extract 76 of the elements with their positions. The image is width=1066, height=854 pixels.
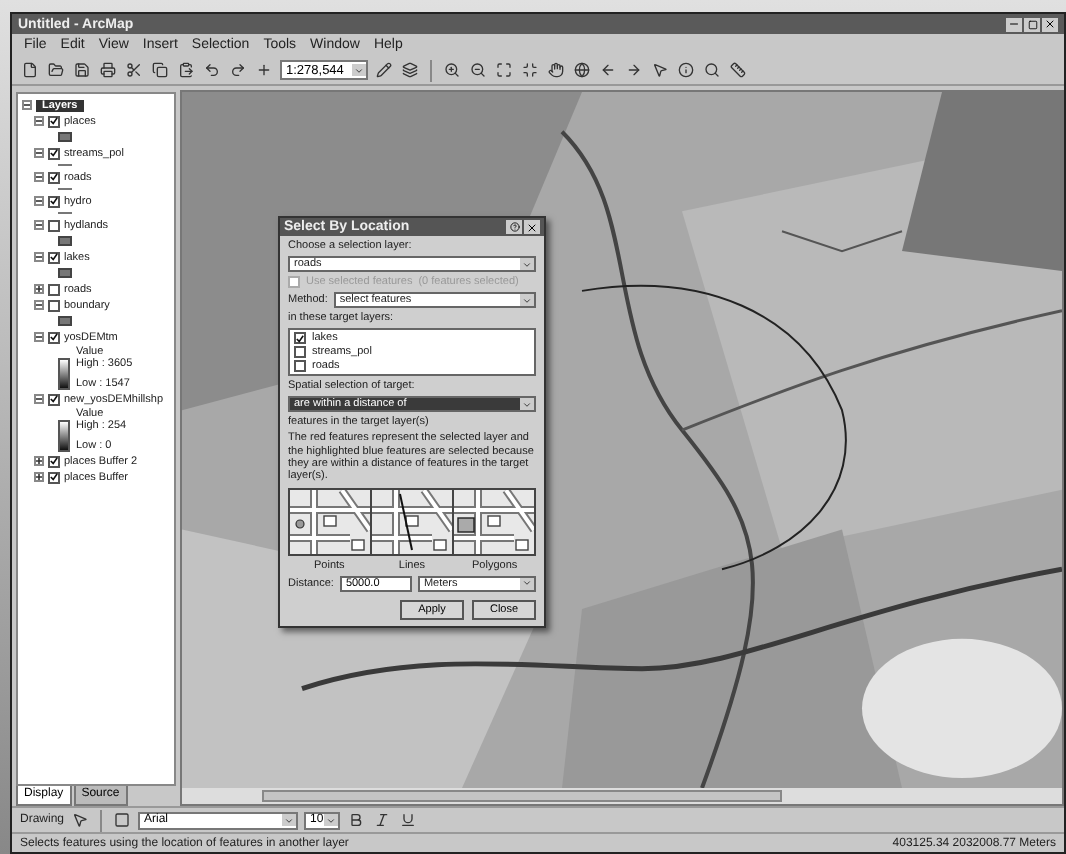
- collapse-icon[interactable]: [34, 394, 44, 404]
- forward-arrow-icon[interactable]: [624, 60, 644, 80]
- add-data-icon[interactable]: [254, 60, 274, 80]
- collapse-icon[interactable]: [34, 300, 44, 310]
- caret-icon[interactable]: [352, 64, 366, 76]
- printer-icon[interactable]: [98, 60, 118, 80]
- new-file-icon[interactable]: [20, 60, 40, 80]
- info-icon[interactable]: [676, 60, 696, 80]
- caret-icon[interactable]: [520, 294, 534, 307]
- ruler-icon[interactable]: [728, 60, 748, 80]
- collapse-icon[interactable]: [34, 116, 44, 126]
- expand-icon[interactable]: [34, 456, 44, 466]
- scissors-icon[interactable]: [124, 60, 144, 80]
- layers-icon[interactable]: [400, 60, 420, 80]
- horizontal-scrollbar[interactable]: [182, 788, 1062, 804]
- collapse-icon[interactable]: [34, 332, 44, 342]
- italic-icon[interactable]: [372, 810, 393, 830]
- layer-checkbox[interactable]: [48, 195, 60, 207]
- layer-checkbox[interactable]: [48, 471, 60, 483]
- expand-icon[interactable]: [34, 284, 44, 294]
- collapse-icon[interactable]: [34, 252, 44, 262]
- back-arrow-icon[interactable]: [598, 60, 618, 80]
- zoom-in-icon[interactable]: [442, 60, 462, 80]
- folder-icon[interactable]: [46, 60, 66, 80]
- layer-checkbox[interactable]: [294, 346, 306, 359]
- layer-checkbox[interactable]: [48, 147, 60, 159]
- collapse-icon[interactable]: [34, 196, 44, 206]
- layer-checkbox[interactable]: [294, 360, 306, 373]
- layer-checkbox[interactable]: [48, 171, 60, 183]
- layer-checkbox[interactable]: [48, 251, 60, 263]
- layer-checkbox[interactable]: [48, 299, 60, 311]
- close-icon[interactable]: [1042, 17, 1058, 31]
- legend-symbol: [58, 268, 72, 278]
- globe-icon[interactable]: [572, 60, 592, 80]
- pencil-icon[interactable]: [374, 60, 394, 80]
- layer-checkbox[interactable]: [294, 332, 306, 345]
- help-icon[interactable]: [506, 220, 522, 234]
- underline-icon[interactable]: [398, 810, 419, 830]
- pointer-icon[interactable]: [650, 60, 670, 80]
- layer-checkbox[interactable]: [48, 219, 60, 231]
- rectangle-icon[interactable]: [112, 810, 133, 830]
- close-icon[interactable]: [524, 220, 540, 234]
- undo-icon[interactable]: [202, 60, 222, 80]
- caret-icon[interactable]: [520, 258, 534, 271]
- layer-checkbox[interactable]: [48, 115, 60, 127]
- layer-checkbox[interactable]: [48, 331, 60, 343]
- caret-icon[interactable]: [282, 814, 297, 826]
- search-icon[interactable]: [702, 60, 722, 80]
- caret-icon[interactable]: [520, 398, 534, 411]
- save-icon[interactable]: [72, 60, 92, 80]
- caret-icon[interactable]: [324, 814, 339, 826]
- expand-icon[interactable]: [34, 472, 44, 482]
- layer-checkbox[interactable]: [48, 393, 60, 405]
- collapse-icon[interactable]: [34, 148, 44, 158]
- layer-checkbox[interactable]: [48, 283, 60, 295]
- legend-symbol: [58, 236, 72, 246]
- collapse-icon[interactable]: [34, 172, 44, 182]
- zoom-out-icon[interactable]: [468, 60, 488, 80]
- copy-icon[interactable]: [150, 60, 170, 80]
- color-ramp: [58, 358, 70, 390]
- shrink-icon[interactable]: [520, 60, 540, 80]
- full-extent-icon[interactable]: [494, 60, 514, 80]
- legend-symbol: [58, 316, 72, 326]
- collapse-icon[interactable]: [34, 220, 44, 230]
- collapse-icon[interactable]: [22, 100, 32, 110]
- legend-symbol: [58, 132, 72, 142]
- pointer-icon[interactable]: [70, 810, 91, 830]
- maximize-icon[interactable]: [1024, 17, 1040, 31]
- layer-checkbox[interactable]: [48, 455, 60, 467]
- hand-icon[interactable]: [546, 60, 566, 80]
- color-ramp: [58, 420, 70, 452]
- caret-icon[interactable]: [520, 577, 534, 590]
- paste-icon[interactable]: [176, 60, 196, 80]
- minimize-icon[interactable]: [1006, 17, 1022, 31]
- redo-icon[interactable]: [228, 60, 248, 80]
- bold-icon[interactable]: [346, 810, 367, 830]
